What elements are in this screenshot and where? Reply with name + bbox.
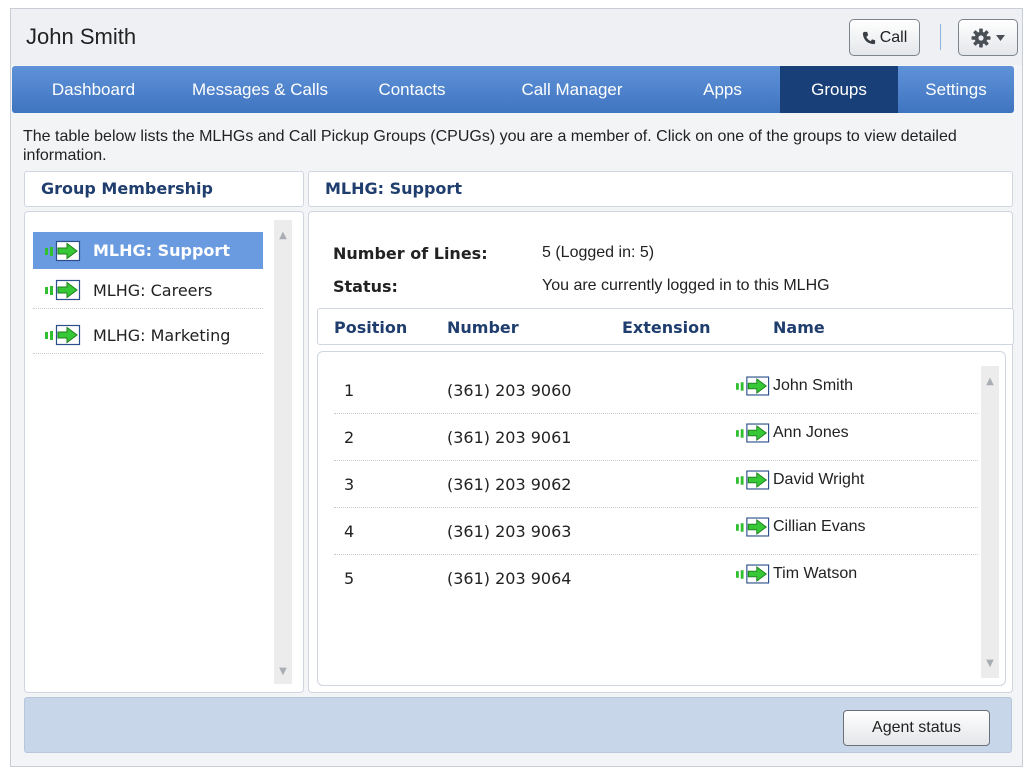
cell-name: Tim Watson	[736, 563, 857, 585]
column-position[interactable]: Position	[334, 318, 407, 337]
cell-number: (361) 203 9063	[447, 522, 572, 541]
cell-position: 5	[344, 569, 355, 588]
lines-value: 5 (Logged in: 5)	[542, 244, 655, 261]
arrow-right-icon	[736, 564, 770, 584]
member-name: Cillian Evans	[773, 518, 866, 535]
tab-groups[interactable]: Groups	[780, 66, 898, 113]
column-number[interactable]: Number	[447, 318, 519, 337]
scroll-down-icon[interactable]: ▼	[274, 664, 292, 680]
cell-name: David Wright	[736, 469, 864, 491]
scroll-up-icon[interactable]: ▲	[274, 228, 292, 244]
detail-panel: Number of Lines: 5 (Logged in: 5) Status…	[308, 211, 1014, 693]
tab-messages-calls[interactable]: Messages & Calls	[175, 66, 345, 113]
members-table-header: Position Number Extension Name	[317, 308, 1014, 345]
group-item-label: MLHG: Support	[93, 241, 230, 260]
arrow-right-icon	[736, 423, 770, 443]
group-membership-list: ▲ ▼ MLHG: Support MLHG: Careers MLHG: Ma…	[24, 211, 304, 693]
table-row[interactable]: 3 (361) 203 9062 David Wright	[334, 461, 978, 508]
user-name-title: John Smith	[26, 24, 137, 49]
tab-call-manager[interactable]: Call Manager	[479, 66, 665, 113]
cell-position: 1	[344, 381, 355, 400]
caret-down-icon	[996, 34, 1005, 41]
table-row[interactable]: 5 (361) 203 9064 Tim Watson	[334, 555, 978, 602]
tab-dashboard[interactable]: Dashboard	[12, 66, 175, 113]
status-label: Status:	[333, 277, 398, 296]
phone-icon	[862, 31, 875, 44]
member-name: Tim Watson	[773, 565, 858, 582]
lines-label: Number of Lines:	[333, 244, 488, 263]
table-row[interactable]: 2 (361) 203 9061 Ann Jones	[334, 414, 978, 461]
cell-name: John Smith	[736, 375, 853, 397]
gear-icon	[971, 28, 991, 47]
main-nav: Dashboard Messages & Calls Contacts Call…	[12, 66, 1014, 113]
call-button-label: Call	[879, 28, 908, 46]
arrow-right-icon	[736, 470, 770, 490]
member-name: John Smith	[773, 377, 854, 394]
group-item-label: MLHG: Careers	[93, 280, 213, 300]
cell-position: 2	[344, 428, 355, 447]
app-window: John Smith Call Dashboard Messages & Cal…	[10, 8, 1023, 767]
scroll-up-icon[interactable]: ▲	[981, 374, 999, 390]
toolbar-divider	[940, 24, 941, 50]
cell-name: Ann Jones	[736, 422, 849, 444]
call-button[interactable]: Call	[849, 19, 920, 56]
table-row[interactable]: 1 (361) 203 9060 John Smith	[334, 367, 978, 414]
cell-position: 4	[344, 522, 355, 541]
group-list-scrollbar[interactable]: ▲ ▼	[274, 220, 292, 684]
members-table: ▲ ▼ 1 (361) 203 9060 John Smith 2 (361) …	[317, 351, 1006, 686]
tab-contacts[interactable]: Contacts	[345, 66, 479, 113]
members-scrollbar[interactable]: ▲ ▼	[981, 366, 999, 678]
table-row[interactable]: 4 (361) 203 9063 Cillian Evans	[334, 508, 978, 555]
cell-number: (361) 203 9061	[447, 428, 572, 447]
cell-number: (361) 203 9060	[447, 381, 572, 400]
arrow-right-icon	[45, 324, 81, 346]
member-name: Ann Jones	[773, 424, 849, 441]
cell-number: (361) 203 9064	[447, 569, 572, 588]
footer-bar: Agent status	[24, 697, 1012, 753]
group-item-marketing[interactable]: MLHG: Marketing	[33, 317, 263, 354]
arrow-right-icon	[45, 240, 81, 261]
title-bar: John Smith Call	[11, 9, 1022, 65]
group-item-support[interactable]: MLHG: Support	[33, 232, 263, 269]
member-name: David Wright	[773, 471, 865, 488]
group-item-label: MLHG: Marketing	[93, 325, 231, 345]
arrow-right-icon	[736, 517, 770, 537]
agent-status-button[interactable]: Agent status	[843, 710, 990, 746]
cell-position: 3	[344, 475, 355, 494]
column-name[interactable]: Name	[773, 318, 825, 337]
column-extension[interactable]: Extension	[622, 318, 711, 337]
cell-number: (361) 203 9062	[447, 475, 572, 494]
status-value: You are currently logged in to this MLHG	[542, 277, 830, 294]
group-item-careers[interactable]: MLHG: Careers	[33, 272, 263, 309]
settings-menu-button[interactable]	[958, 19, 1018, 56]
group-membership-header: Group Membership	[24, 171, 304, 207]
tab-settings[interactable]: Settings	[898, 66, 1014, 113]
arrow-right-icon	[736, 376, 770, 396]
arrow-right-icon	[45, 279, 81, 301]
detail-header: MLHG: Support	[308, 171, 1013, 207]
scroll-down-icon[interactable]: ▼	[981, 656, 999, 672]
cell-name: Cillian Evans	[736, 516, 865, 538]
tab-apps[interactable]: Apps	[665, 66, 780, 113]
intro-text: The table below lists the MLHGs and Call…	[23, 128, 957, 164]
